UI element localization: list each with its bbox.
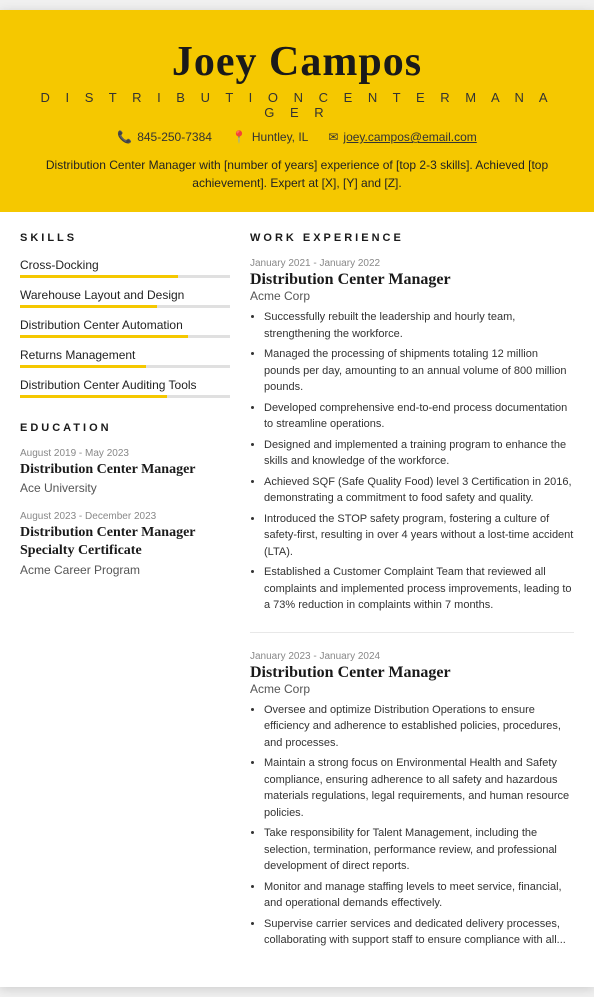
skill-bar-fill — [20, 305, 157, 308]
work-bullets: Oversee and optimize Distribution Operat… — [250, 702, 574, 949]
education-item: August 2023 - December 2023 Distribution… — [20, 511, 230, 576]
bullet-item: Maintain a strong focus on Environmental… — [264, 755, 574, 821]
edu-degree: Distribution Center Manager — [20, 461, 230, 479]
email-link[interactable]: joey.campos@email.com — [343, 130, 476, 144]
skill-bar-background — [20, 305, 230, 308]
skill-name: Distribution Center Auditing Tools — [20, 378, 230, 392]
bullet-item: Achieved SQF (Safe Quality Food) level 3… — [264, 474, 574, 507]
skill-bar-background — [20, 335, 230, 338]
bullet-item: Monitor and manage staffing levels to me… — [264, 879, 574, 912]
email-icon: ✉ — [328, 130, 338, 144]
body-section: SKILLS Cross-Docking Warehouse Layout an… — [0, 212, 594, 987]
location-info: 📍 Huntley, IL — [232, 130, 308, 144]
edu-date: August 2019 - May 2023 — [20, 448, 230, 459]
bullet-item: Managed the processing of shipments tota… — [264, 346, 574, 396]
skill-item: Distribution Center Automation — [20, 318, 230, 338]
edu-school: Acme Career Program — [20, 563, 230, 577]
phone-info: 📞 845-250-7384 — [117, 130, 212, 144]
candidate-name: Joey Campos — [30, 38, 564, 86]
skill-bar-background — [20, 365, 230, 368]
bullet-item: Oversee and optimize Distribution Operat… — [264, 702, 574, 752]
resume-container: Joey Campos D i s t r i b u t i o n C e … — [0, 10, 594, 987]
phone-icon: 📞 — [117, 130, 132, 144]
edu-degree: Distribution Center Manager Specialty Ce… — [20, 524, 230, 560]
work-title: Distribution Center Manager — [250, 664, 574, 682]
skills-list: Cross-Docking Warehouse Layout and Desig… — [20, 258, 230, 398]
contact-info: 📞 845-250-7384 📍 Huntley, IL ✉ joey.camp… — [30, 130, 564, 144]
skill-bar-fill — [20, 365, 146, 368]
work-bullets: Successfully rebuilt the leadership and … — [250, 309, 574, 614]
section-divider — [250, 632, 574, 633]
skill-bar-background — [20, 395, 230, 398]
education-item: August 2019 - May 2023 Distribution Cent… — [20, 448, 230, 495]
bullet-item: Established a Customer Complaint Team th… — [264, 564, 574, 614]
bullet-item: Take responsibility for Talent Managemen… — [264, 825, 574, 875]
skill-name: Warehouse Layout and Design — [20, 288, 230, 302]
bullet-item: Designed and implemented a training prog… — [264, 437, 574, 470]
work-date: January 2021 - January 2022 — [250, 258, 574, 269]
skill-item: Warehouse Layout and Design — [20, 288, 230, 308]
education-list: August 2019 - May 2023 Distribution Cent… — [20, 448, 230, 577]
skill-item: Returns Management — [20, 348, 230, 368]
skills-section: SKILLS Cross-Docking Warehouse Layout an… — [20, 232, 230, 398]
education-title: EDUCATION — [20, 422, 230, 436]
candidate-title: D i s t r i b u t i o n C e n t e r M a … — [30, 90, 564, 120]
skill-name: Cross-Docking — [20, 258, 230, 272]
email-info: ✉ joey.campos@email.com — [328, 130, 476, 144]
left-column: SKILLS Cross-Docking Warehouse Layout an… — [20, 232, 230, 967]
skill-bar-fill — [20, 335, 188, 338]
skill-bar-fill — [20, 395, 167, 398]
work-experience-title: WORK EXPERIENCE — [250, 232, 574, 246]
education-section: EDUCATION August 2019 - May 2023 Distrib… — [20, 422, 230, 577]
skill-item: Cross-Docking — [20, 258, 230, 278]
bullet-item: Introduced the STOP safety program, fost… — [264, 511, 574, 561]
right-column: WORK EXPERIENCE January 2021 - January 2… — [250, 232, 574, 967]
work-company: Acme Corp — [250, 289, 574, 303]
summary-text: Distribution Center Manager with [number… — [30, 156, 564, 192]
work-item: January 2023 - January 2024 Distribution… — [250, 651, 574, 949]
work-company: Acme Corp — [250, 682, 574, 696]
bullet-item: Supervise carrier services and dedicated… — [264, 916, 574, 949]
bullet-item: Successfully rebuilt the leadership and … — [264, 309, 574, 342]
location-text: Huntley, IL — [252, 130, 308, 144]
skill-bar-background — [20, 275, 230, 278]
work-list: January 2021 - January 2022 Distribution… — [250, 258, 574, 949]
skill-name: Distribution Center Automation — [20, 318, 230, 332]
work-title: Distribution Center Manager — [250, 271, 574, 289]
header-section: Joey Campos D i s t r i b u t i o n C e … — [0, 10, 594, 212]
phone-number: 845-250-7384 — [137, 130, 212, 144]
skills-title: SKILLS — [20, 232, 230, 246]
edu-school: Ace University — [20, 481, 230, 495]
skill-item: Distribution Center Auditing Tools — [20, 378, 230, 398]
skill-name: Returns Management — [20, 348, 230, 362]
location-icon: 📍 — [232, 130, 247, 144]
work-date: January 2023 - January 2024 — [250, 651, 574, 662]
bullet-item: Developed comprehensive end-to-end proce… — [264, 400, 574, 433]
skill-bar-fill — [20, 275, 178, 278]
work-item: January 2021 - January 2022 Distribution… — [250, 258, 574, 614]
edu-date: August 2023 - December 2023 — [20, 511, 230, 522]
